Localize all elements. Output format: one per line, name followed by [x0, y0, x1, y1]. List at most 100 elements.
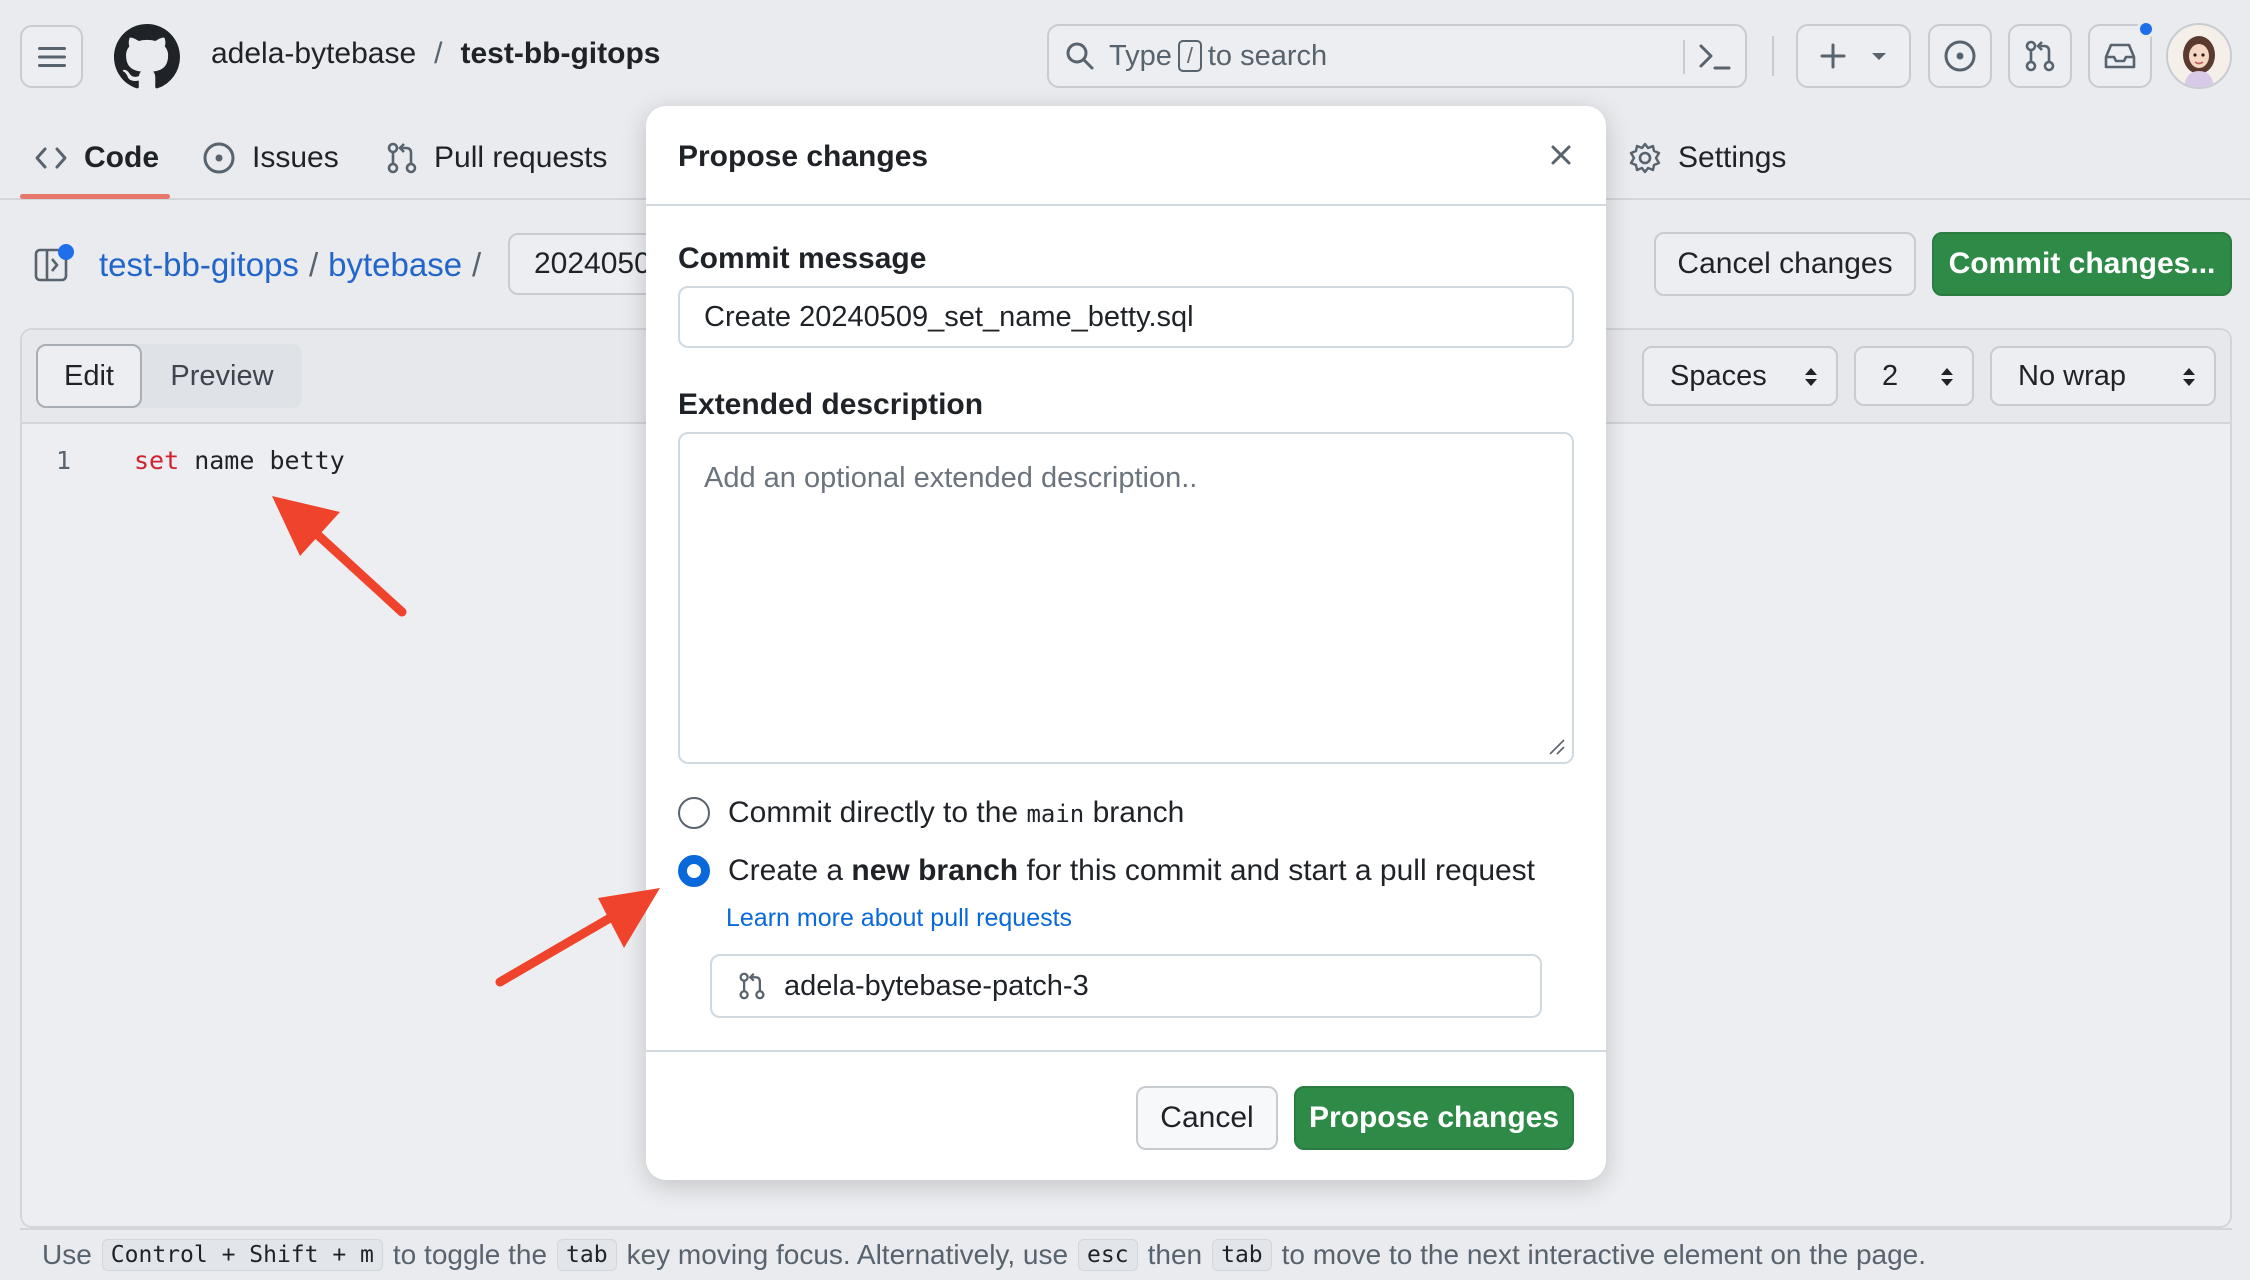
global-header: adela-bytebase / test-bb-gitops Type / t… [0, 0, 2250, 112]
keyboard-hint: Use Control + Shift + m to toggle the ta… [20, 1228, 2232, 1280]
pull-requests-button[interactable] [2008, 24, 2072, 88]
extended-description-placeholder: Add an optional extended description.. [704, 462, 1198, 494]
breadcrumb-separator: / [472, 246, 482, 283]
hint-text: then [1147, 1239, 1203, 1270]
terminal-icon[interactable] [1697, 40, 1733, 74]
search-shortcut-key: / [1177, 40, 1202, 72]
tab-pull-requests-label: Pull requests [434, 141, 608, 174]
extended-description-label: Extended description [678, 388, 984, 421]
header-divider [1772, 36, 1774, 76]
commit-changes-button[interactable]: Commit changes... [1932, 232, 2232, 296]
cancel-changes-button[interactable]: Cancel changes [1654, 232, 1916, 296]
propose-changes-button[interactable]: Propose changes [1294, 1086, 1574, 1150]
dialog-header: Propose changes [646, 106, 1606, 206]
issue-icon [203, 142, 235, 174]
branch-name-value: adela-bytebase-patch-3 [784, 969, 1089, 1002]
commit-direct-radio[interactable] [678, 797, 710, 829]
indent-mode-select[interactable]: Spaces [1642, 346, 1838, 406]
breadcrumb-repo-link[interactable]: test-bb-gitops [99, 246, 299, 284]
wrap-mode-select[interactable]: No wrap [1990, 346, 2216, 406]
tab-code-label: Code [84, 141, 159, 174]
create-new-button[interactable] [1796, 24, 1911, 88]
tab-code[interactable]: Code [34, 136, 159, 180]
hint-key: tab [1212, 1239, 1272, 1271]
repo-link[interactable]: test-bb-gitops [461, 37, 661, 71]
hint-key: esc [1078, 1239, 1138, 1271]
plus-icon [1820, 43, 1845, 69]
code-keyword: set [134, 446, 180, 475]
code-content[interactable]: set name betty [134, 446, 345, 475]
file-tree-indicator [58, 244, 74, 260]
tab-preview[interactable]: Preview [142, 344, 302, 408]
tab-edit[interactable]: Edit [36, 344, 142, 408]
menu-icon [37, 46, 66, 67]
propose-changes-dialog: Propose changes Commit message Create 20… [646, 106, 1606, 1180]
hint-key: tab [557, 1239, 617, 1271]
close-icon[interactable] [1546, 140, 1576, 170]
dialog-footer: Cancel Propose changes [646, 1050, 1606, 1180]
search-icon [1066, 42, 1094, 70]
hint-text: to move to the next interactive element … [1281, 1239, 1927, 1270]
hint-key: Control + Shift + m [101, 1239, 383, 1271]
extended-description-field[interactable]: Add an optional extended description.. [678, 432, 1574, 764]
search-prefix: Type [1109, 39, 1172, 72]
select-caret-icon [1805, 368, 1817, 386]
active-tab-indicator [20, 194, 170, 199]
select-caret-icon [1941, 368, 1953, 386]
breadcrumb-folder-link[interactable]: bytebase [328, 246, 462, 284]
gear-icon [1629, 142, 1661, 174]
tab-settings-label: Settings [1678, 141, 1787, 174]
indent-size-select[interactable]: 2 [1854, 346, 1974, 406]
pull-request-icon [2025, 40, 2055, 72]
inbox-icon [2104, 43, 2136, 69]
file-breadcrumb: test-bb-gitops / bytebase / [99, 246, 481, 284]
hint-text: to toggle the [392, 1239, 548, 1270]
resize-grip-icon[interactable] [1548, 738, 1566, 756]
code-icon [35, 147, 67, 169]
commit-message-field[interactable]: Create 20240509_set_name_betty.sql [678, 286, 1574, 348]
indent-size-value: 2 [1882, 359, 1899, 392]
hint-text: key moving focus. Alternatively, use [626, 1239, 1069, 1270]
github-logo-icon[interactable] [114, 24, 180, 90]
branch-code: main [1026, 800, 1085, 828]
option-text: branch [1092, 796, 1185, 829]
search-input[interactable]: Type / to search [1047, 24, 1747, 88]
wrap-mode-value: No wrap [2018, 359, 2126, 392]
indent-mode-value: Spaces [1670, 359, 1767, 392]
breadcrumb-separator: / [434, 37, 443, 70]
option-bold-text: new branch [851, 854, 1019, 887]
option-text: Commit directly to the [728, 796, 1019, 829]
issues-button[interactable] [1928, 24, 1992, 88]
new-branch-option[interactable]: Create a new branch for this commit and … [678, 854, 1535, 888]
editor-mode-tabs: Edit Preview [36, 344, 302, 408]
search-divider [1683, 40, 1685, 74]
tab-issues-label: Issues [252, 141, 339, 174]
branch-name-field[interactable]: adela-bytebase-patch-3 [710, 954, 1542, 1018]
repo-breadcrumb: adela-bytebase / test-bb-gitops [211, 37, 660, 71]
code-rest: name betty [179, 446, 345, 475]
new-branch-radio[interactable] [678, 855, 710, 887]
tab-settings[interactable]: Settings [1628, 136, 1786, 180]
user-avatar-image [2168, 25, 2230, 87]
tab-pull-requests[interactable]: Pull requests [386, 136, 607, 180]
pull-request-icon [387, 142, 417, 174]
hint-text: Use [42, 1239, 92, 1270]
option-text: Create a [728, 854, 844, 887]
search-suffix: to search [1207, 39, 1328, 72]
tab-issues[interactable]: Issues [202, 136, 339, 180]
learn-more-link[interactable]: Learn more about pull requests [726, 904, 1072, 933]
branch-icon [739, 972, 765, 1000]
menu-button[interactable] [20, 25, 83, 88]
line-number: 1 [56, 446, 72, 475]
select-caret-icon [2183, 368, 2195, 386]
avatar[interactable] [2166, 23, 2232, 89]
dialog-title: Propose changes [678, 140, 929, 173]
option-text: for this commit and start a pull request [1026, 854, 1536, 887]
cancel-button[interactable]: Cancel [1136, 1086, 1278, 1150]
owner-link[interactable]: adela-bytebase [211, 37, 416, 71]
commit-message-label: Commit message [678, 242, 927, 275]
caret-down-icon [1871, 53, 1886, 60]
notification-indicator [2137, 20, 2155, 38]
breadcrumb-separator: / [308, 246, 319, 283]
commit-direct-option[interactable]: Commit directly to the main branch [678, 796, 1184, 830]
